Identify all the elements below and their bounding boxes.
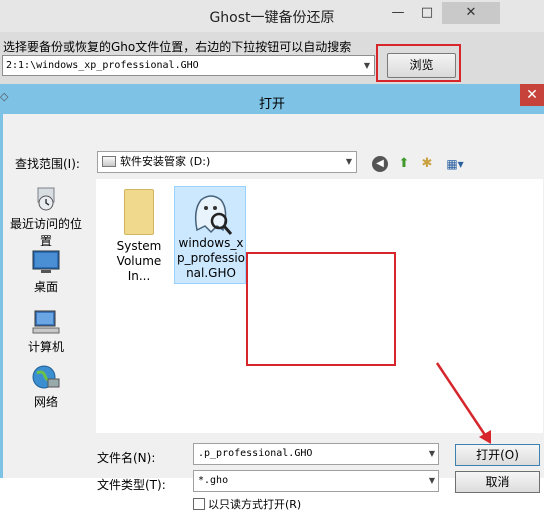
- gho-path-combobox[interactable]: 2:1:\windows_xp_professional.GHO: [2, 55, 375, 76]
- look-in-combobox[interactable]: 软件安装管家 (D:) ▼: [97, 151, 357, 173]
- place-label: 计算机: [27, 340, 64, 354]
- ghost-file-icon: [194, 195, 233, 235]
- up-folder-icon[interactable]: ⬆: [395, 155, 413, 173]
- chevron-down-icon[interactable]: ▼: [360, 56, 374, 75]
- dialog-close-button[interactable]: ✕: [520, 84, 544, 106]
- maximize-button[interactable]: □: [412, 2, 442, 24]
- drive-icon: [102, 156, 116, 167]
- cancel-button[interactable]: 取消: [455, 471, 540, 493]
- network-icon: [32, 365, 60, 389]
- annotation-arrow: [435, 362, 491, 444]
- filename-label: 文件名(N):: [97, 451, 156, 465]
- file-name: windows_xp_professional.GHO: [176, 236, 246, 280]
- ghost-close-button[interactable]: ✕: [442, 2, 500, 24]
- new-folder-icon[interactable]: ✱: [418, 155, 436, 173]
- file-highlight-box: [246, 252, 396, 366]
- place-desktop[interactable]: 桌面: [5, 249, 87, 295]
- place-computer[interactable]: 计算机: [5, 309, 87, 355]
- ghost-prompt-text: 选择要备份或恢复的Gho文件位置，右边的下拉按钮可以自动搜索: [3, 40, 352, 54]
- dialog-title: 打开: [258, 97, 285, 112]
- desktop-icon: [32, 250, 60, 273]
- view-menu-icon[interactable]: ▦▾: [442, 155, 468, 173]
- filetype-select[interactable]: *.gho: [193, 470, 439, 492]
- ghost-titlebar: Ghost一键备份还原 — □ ✕: [0, 0, 544, 32]
- back-icon[interactable]: ◀: [372, 156, 388, 172]
- folder-icon: [124, 189, 154, 235]
- place-label: 最近访问的位置: [9, 217, 82, 248]
- place-label: 网络: [33, 395, 58, 409]
- place-recent[interactable]: 最近访问的位置: [5, 186, 87, 249]
- filetype-label: 文件类型(T):: [97, 478, 166, 492]
- list-item-selected[interactable]: windows_xp_professional.GHO: [174, 186, 246, 284]
- recent-places-icon: [37, 187, 55, 211]
- minimize-button[interactable]: —: [384, 2, 412, 24]
- browse-highlight-box: [376, 44, 461, 82]
- dialog-body: 查找范围(I): 软件安装管家 (D:) ▼ ◀ ⬆ ✱ ▦▾ 最近访问的位置: [3, 114, 544, 511]
- place-label: 桌面: [33, 280, 58, 294]
- computer-icon: [32, 310, 60, 334]
- readonly-checkbox[interactable]: [193, 498, 205, 510]
- readonly-label: 以只读方式打开(R): [208, 498, 302, 511]
- ghost-window: Ghost一键备份还原 — □ ✕ 选择要备份或恢复的Gho文件位置，右边的下拉…: [0, 0, 544, 84]
- look-in-label: 查找范围(I):: [15, 157, 80, 171]
- filename-input[interactable]: .p_professional.GHO: [193, 443, 439, 465]
- chevron-down-icon[interactable]: ▼: [425, 472, 439, 490]
- open-dialog: ◇ 打开 ✕ 查找范围(I): 软件安装管家 (D:) ▼ ◀ ⬆ ✱ ▦▾ 最…: [0, 84, 544, 511]
- place-network[interactable]: 网络: [5, 364, 87, 410]
- look-in-value: 软件安装管家 (D:): [120, 155, 211, 168]
- file-name: System Volume In...: [116, 239, 162, 283]
- chevron-down-icon[interactable]: ▼: [342, 152, 356, 172]
